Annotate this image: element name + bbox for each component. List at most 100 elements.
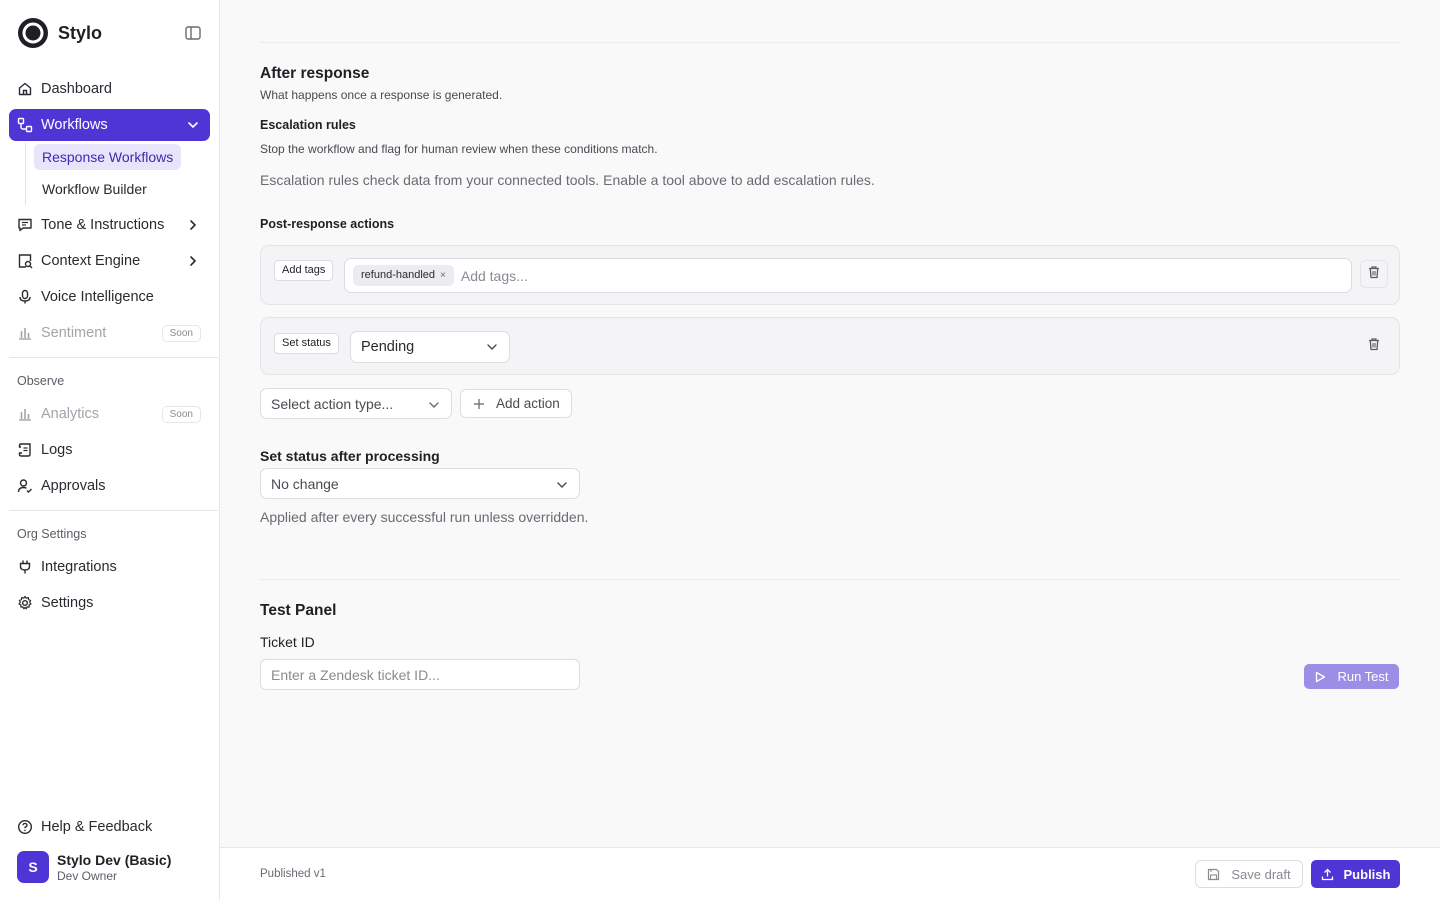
test-panel-title: Test Panel [260, 602, 337, 619]
section-divider [260, 579, 1400, 580]
sidebar-item-dashboard[interactable]: Dashboard [9, 73, 210, 105]
scroll-icon [17, 442, 33, 458]
mic-icon [17, 289, 33, 305]
sidebar-item-label: Voice Intelligence [41, 289, 154, 305]
action-type-select[interactable]: Select action type... [260, 388, 452, 419]
bar-chart-icon [17, 325, 33, 341]
sidebar-item-sentiment: Sentiment Soon [9, 317, 210, 349]
action-card-set-status: Set status Pending [260, 317, 1400, 375]
escalation-rules-description: Stop the workflow and flag for human rev… [260, 142, 658, 156]
sidebar-item-label: Integrations [41, 559, 117, 575]
chevron-down-icon [186, 118, 200, 132]
sidebar-subitem-response-workflows[interactable]: Response Workflows [34, 144, 182, 170]
user-menu[interactable]: S Stylo Dev (Basic) Dev Owner [17, 851, 171, 883]
ticket-id-label: Ticket ID [260, 634, 315, 650]
run-test-button[interactable]: Run Test [1304, 664, 1399, 689]
run-test-label: Run Test [1337, 669, 1389, 684]
ticket-id-input[interactable]: Enter a Zendesk ticket ID... [260, 659, 580, 690]
message-square-icon [17, 217, 33, 233]
main-content: After response What happens once a respo… [220, 0, 1440, 848]
action-type-placeholder: Select action type... [271, 395, 394, 412]
sidebar-item-label: Logs [41, 442, 73, 458]
brand-name: Stylo [58, 22, 103, 43]
plus-icon [473, 398, 485, 410]
status-after-value: No change [271, 475, 339, 492]
set-status-select[interactable]: Pending [350, 331, 510, 363]
home-icon [17, 81, 33, 97]
sidebar-item-approvals[interactable]: Approvals [9, 470, 210, 502]
status-after-hint: Applied after every successful run unles… [260, 509, 589, 525]
chevron-down-icon [486, 341, 498, 353]
publish-label: Publish [1343, 866, 1391, 882]
sidebar-item-tone-instructions[interactable]: Tone & Instructions [9, 209, 210, 241]
tag-chip: refund-handled × [353, 265, 454, 286]
upload-icon [1321, 868, 1334, 881]
soon-badge: Soon [161, 325, 201, 342]
search-doc-icon [17, 253, 33, 269]
tags-placeholder: Add tags... [460, 267, 528, 284]
tag-remove-icon[interactable]: × [440, 265, 446, 286]
help-label: Help & Feedback [41, 819, 153, 835]
tags-input[interactable]: refund-handled × Add tags... [344, 258, 1352, 293]
section-divider [260, 42, 1400, 43]
sidebar-subitem-workflow-builder[interactable]: Workflow Builder [34, 176, 155, 202]
sidebar-item-label: Dashboard [41, 81, 112, 97]
avatar: S [17, 851, 49, 883]
sidebar-item-label: Settings [41, 595, 94, 611]
post-response-actions-title: Post-response actions [260, 217, 395, 231]
add-action-label: Add action [496, 396, 560, 411]
status-after-select[interactable]: No change [260, 468, 580, 499]
sidebar-item-voice-intelligence[interactable]: Voice Intelligence [9, 281, 210, 313]
delete-action-button[interactable] [1360, 260, 1388, 288]
sidebar-toggle-icon[interactable] [184, 24, 204, 42]
submenu-guide [25, 143, 26, 205]
sidebar-item-label: Context Engine [41, 253, 141, 269]
delete-action-button[interactable] [1360, 332, 1388, 360]
sidebar-item-settings[interactable]: Settings [9, 587, 210, 619]
workflow-icon [17, 117, 33, 133]
help-circle-icon [17, 819, 33, 835]
set-status-value: Pending [361, 339, 415, 355]
save-draft-label: Save draft [1231, 866, 1291, 882]
sidebar-item-context-engine[interactable]: Context Engine [9, 245, 210, 277]
soon-badge: Soon [161, 406, 201, 423]
user-check-icon [17, 478, 33, 494]
sidebar-item-workflows[interactable]: Workflows [9, 109, 210, 141]
footer-bar: Published v1 Save draft Publish [220, 847, 1440, 900]
publish-status: Published v1 [260, 868, 326, 880]
publish-button[interactable]: Publish [1311, 860, 1400, 888]
trash-icon [1367, 265, 1381, 284]
sidebar-item-label: Approvals [41, 478, 106, 494]
sidebar-item-logs[interactable]: Logs [9, 434, 210, 466]
section-heading-observe: Observe [17, 374, 65, 388]
action-card-add-tags: Add tags refund-handled × Add tags... [260, 245, 1400, 305]
help-feedback-link[interactable]: Help & Feedback [9, 811, 210, 843]
sidebar-item-analytics: Analytics Soon [9, 398, 210, 430]
chevron-right-icon [186, 254, 200, 268]
add-action-button[interactable]: Add action [460, 389, 572, 418]
user-role: Dev Owner [57, 868, 118, 883]
sidebar-divider [9, 510, 218, 511]
sidebar-item-label: Sentiment [41, 325, 107, 341]
play-icon [1314, 671, 1326, 683]
escalation-rules-title: Escalation rules [260, 118, 356, 132]
sidebar-item-label: Tone & Instructions [41, 217, 165, 233]
sidebar: Stylo Dashboard Workflows Response Workf… [0, 0, 220, 900]
chevron-right-icon [186, 218, 200, 232]
chevron-down-icon [556, 478, 568, 490]
plug-icon [17, 559, 33, 575]
section-heading-org-settings: Org Settings [17, 527, 87, 541]
save-draft-button[interactable]: Save draft [1195, 860, 1303, 888]
status-after-label: Set status after processing [260, 448, 440, 464]
chevron-down-icon [428, 398, 440, 410]
after-response-title: After response [260, 65, 370, 82]
sidebar-item-integrations[interactable]: Integrations [9, 551, 210, 583]
action-type-label: Set status [274, 333, 339, 354]
user-name: Stylo Dev (Basic) [57, 851, 172, 868]
sidebar-divider [9, 357, 218, 358]
brand[interactable]: Stylo [18, 18, 102, 48]
after-response-subtitle: What happens once a response is generate… [260, 88, 503, 102]
tag-label: refund-handled [361, 269, 436, 281]
save-icon [1207, 868, 1220, 881]
action-type-label: Add tags [274, 260, 334, 281]
